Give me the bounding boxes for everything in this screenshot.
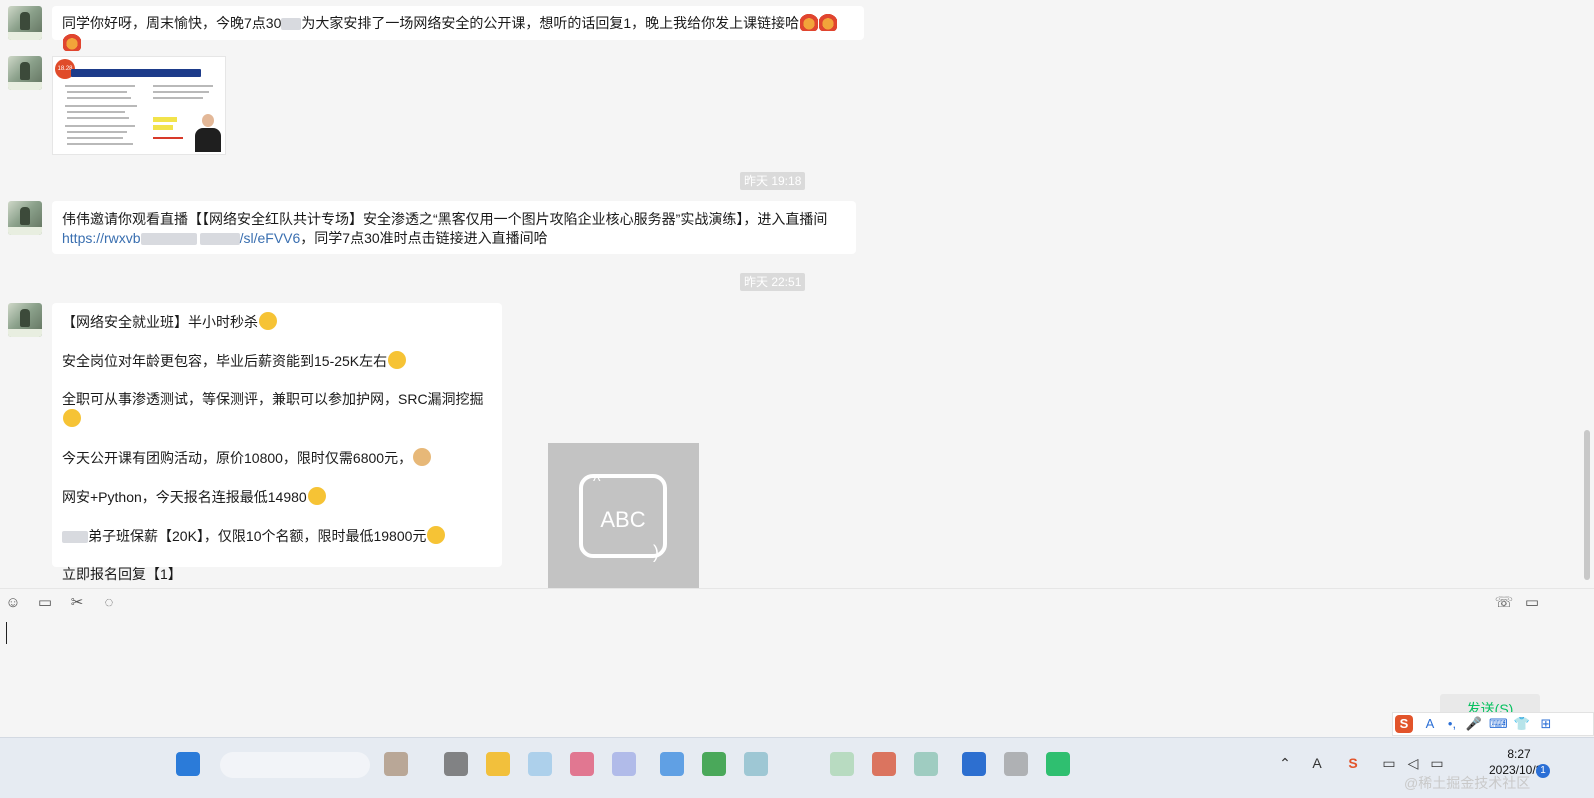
redacted-text <box>62 531 88 544</box>
redacted-text <box>281 18 302 31</box>
message-timestamp: 昨天 19:18 <box>740 172 806 190</box>
redacted-text <box>199 233 240 246</box>
redacted-text <box>140 233 197 246</box>
grin-emoji-icon <box>259 312 277 330</box>
taskbar-app-icon[interactable] <box>570 752 594 776</box>
taskbar-app-icon[interactable] <box>830 752 854 776</box>
taskbar: ⌃ A S ▭ ◁ ▭ 8:27 2023/10/30 1 <box>0 737 1594 798</box>
volume-icon[interactable]: ◁ <box>1404 754 1422 772</box>
message-text: 弟子班保薪【20K】，仅限10个名额，限时最低19800元 <box>88 528 427 544</box>
message-input[interactable]: 发送(S) <box>0 616 1594 734</box>
input-mode-icon[interactable]: A <box>1421 715 1439 733</box>
avatar[interactable] <box>8 56 42 90</box>
image-message[interactable]: 18.28 <box>52 56 226 155</box>
chat-history-icon[interactable]: ◌ <box>99 593 119 613</box>
poster-person-image <box>195 114 221 152</box>
taskbar-app-icon[interactable] <box>1004 752 1028 776</box>
taskbar-app-icon[interactable] <box>660 752 684 776</box>
taskbar-app-icon[interactable] <box>384 752 408 776</box>
network-icon[interactable]: ▭ <box>1380 754 1398 772</box>
ime-mode-indicator: ^ ABC ) <box>548 443 699 594</box>
message-bubble[interactable]: 【网络安全就业班】半小时秒杀 安全岗位对年龄更包容，毕业后薪资能到15-25K左… <box>52 303 502 582</box>
taskbar-app-icon[interactable] <box>528 752 552 776</box>
sogou-ime-icon[interactable]: S <box>1395 715 1413 733</box>
taskbar-search[interactable] <box>220 752 370 778</box>
video-icon[interactable]: ▭ <box>1522 593 1542 613</box>
wink-emoji-icon <box>388 351 407 369</box>
message-text: 为大家安排了一场网络安全的公开课，想听的话回复1，晚上我给你发上课链接哈 <box>301 15 800 31</box>
emoji-icon[interactable]: ☺ <box>3 593 23 613</box>
message-text: 同学你好呀，周末愉快，今晚7点30 <box>62 15 282 31</box>
taskbar-app-icon[interactable] <box>444 752 468 776</box>
message-text: 今天公开课有团购活动，原价10800，限时仅需6800元， <box>62 450 413 466</box>
notification-badge[interactable]: 1 <box>1536 764 1550 778</box>
taskbar-app-icon[interactable] <box>914 752 938 776</box>
clock-time: 8:27 <box>1507 747 1531 761</box>
text-cursor <box>6 622 7 644</box>
start-icon[interactable] <box>176 752 200 776</box>
keyboard-icon[interactable]: ⌨ <box>1489 715 1508 733</box>
taskbar-app-icon[interactable] <box>744 752 768 776</box>
font-icon[interactable]: A <box>1308 754 1326 772</box>
avatar[interactable] <box>8 201 42 235</box>
microphone-icon[interactable]: 🎤 <box>1465 715 1483 733</box>
message-text: ，同学7点30准时点击链接进入直播间哈 <box>300 230 548 246</box>
scissors-icon[interactable]: ✂ <box>67 593 87 613</box>
taskbar-app-icon[interactable] <box>962 752 986 776</box>
message-text: 立即报名回复【1】 <box>62 566 182 582</box>
wechat-icon[interactable] <box>1046 752 1070 776</box>
taskbar-app-icon[interactable] <box>702 752 726 776</box>
watermark: @稀土掘金技术社区 <box>1404 775 1531 791</box>
message-bubble[interactable]: 同学你好呀，周末愉快，今晚7点30 为大家安排了一场网络安全的公开课，想听的话回复… <box>52 6 864 51</box>
message-timestamp: 昨天 22:51 <box>740 273 806 291</box>
chat-toolbar: ☺ ▭ ✂ ◌ ☏ ▭ <box>0 588 1594 617</box>
message-text: 全职可从事渗透测试，等保测评，兼职可以参加护网，SRC漏洞挖掘 <box>62 391 484 407</box>
file-explorer-icon[interactable] <box>486 752 510 776</box>
taskbar-app-icon[interactable] <box>612 752 636 776</box>
doge-emoji-icon <box>413 448 432 466</box>
smile-emoji-icon <box>427 526 446 544</box>
message-text: 【网络安全就业班】半小时秒杀 <box>62 314 258 330</box>
chat-message-area[interactable]: 同学你好呀，周末愉快，今晚7点30 为大家安排了一场网络安全的公开课，想听的话回复… <box>0 0 1594 588</box>
ime-toolbar: S A •, 🎤 ⌨ 👕 ⊞ <box>1392 712 1594 736</box>
skin-icon[interactable]: 👕 <box>1513 715 1531 733</box>
scrollbar[interactable] <box>1584 430 1590 580</box>
sogou-tray-icon[interactable]: S <box>1344 754 1362 772</box>
party-emoji-icon <box>63 409 81 427</box>
message-text: 伟伟邀请你观看直播【【网络安全红队共计专场】安全渗透之“黑客仅用一个图片攻陷企业… <box>62 211 828 227</box>
message-bubble[interactable]: 伟伟邀请你观看直播【【网络安全红队共计专场】安全渗透之“黑客仅用一个图片攻陷企业… <box>52 201 856 254</box>
firework-icon <box>800 13 819 31</box>
toolbox-icon[interactable]: ⊞ <box>1537 715 1555 733</box>
folder-icon[interactable]: ▭ <box>35 593 55 613</box>
abc-keyboard-icon: ^ ABC ) <box>579 473 667 562</box>
taskbar-app-icon[interactable] <box>872 752 896 776</box>
chevron-up-icon[interactable]: ⌃ <box>1276 754 1294 772</box>
firework-icon <box>819 13 838 31</box>
message-text: 网安+Python，今天报名连报最低14980 <box>62 489 307 505</box>
phone-icon[interactable]: ☏ <box>1494 593 1514 613</box>
firework-icon <box>63 33 81 51</box>
live-stream-link[interactable]: https://rwxvb/sl/eFVV6 <box>62 230 300 246</box>
battery-icon[interactable]: ▭ <box>1428 754 1446 772</box>
poster-headline <box>71 69 201 77</box>
grin-emoji-icon <box>307 487 326 505</box>
message-text: 安全岗位对年龄更包容，毕业后薪资能到15-25K左右 <box>62 353 388 369</box>
punctuation-icon[interactable]: •, <box>1443 715 1461 733</box>
avatar[interactable] <box>8 6 42 40</box>
avatar[interactable] <box>8 303 42 337</box>
